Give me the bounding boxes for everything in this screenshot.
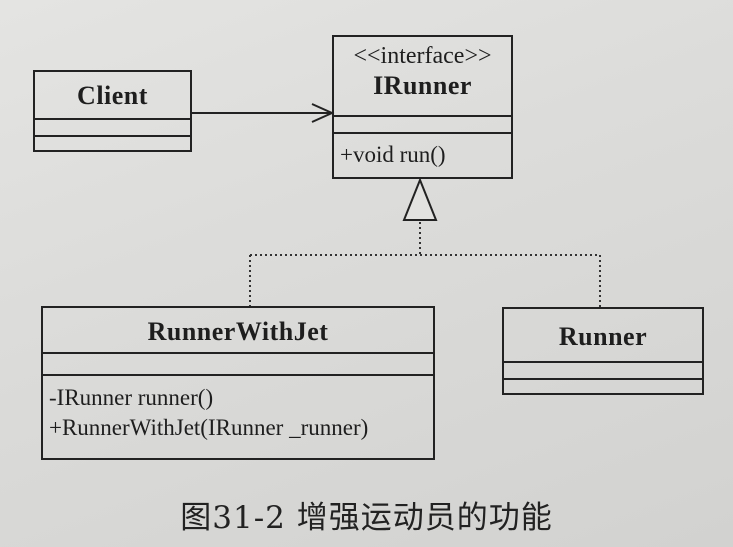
class-irunner-operation: +void run() — [340, 142, 446, 167]
class-client-attributes — [35, 118, 190, 135]
class-client: Client — [33, 70, 192, 152]
class-runnerwithjet-operations: -IRunner runner() +RunnerWithJet(IRunner… — [43, 374, 433, 458]
class-client-name: Client — [77, 81, 148, 110]
class-runnerwithjet-name: RunnerWithJet — [147, 317, 329, 346]
class-irunner: <<interface>> IRunner +void run() — [332, 35, 513, 179]
class-irunner-operations: +void run() — [334, 132, 511, 177]
class-irunner-attributes — [334, 115, 511, 132]
class-runner-attributes — [504, 361, 702, 378]
class-runnerwithjet: RunnerWithJet -IRunner runner() +RunnerW… — [41, 306, 435, 460]
class-runnerwithjet-member: +RunnerWithJet(IRunner _runner) — [49, 415, 369, 440]
realization-triangle-icon — [402, 177, 438, 221]
class-runner-name: Runner — [558, 322, 648, 351]
class-irunner-name: IRunner — [373, 71, 472, 100]
class-irunner-stereotype: <<interface>> — [353, 43, 492, 69]
figure-caption: 图31-2 增强运动员的功能 — [180, 500, 553, 536]
class-runnerwithjet-attributes — [43, 352, 433, 374]
class-runner-operations — [504, 378, 702, 393]
class-client-operations — [35, 135, 190, 150]
class-runnerwithjet-member: -IRunner runner() — [49, 385, 214, 410]
class-runner: Runner — [502, 307, 704, 395]
class-irunner-header: <<interface>> IRunner — [334, 37, 511, 115]
